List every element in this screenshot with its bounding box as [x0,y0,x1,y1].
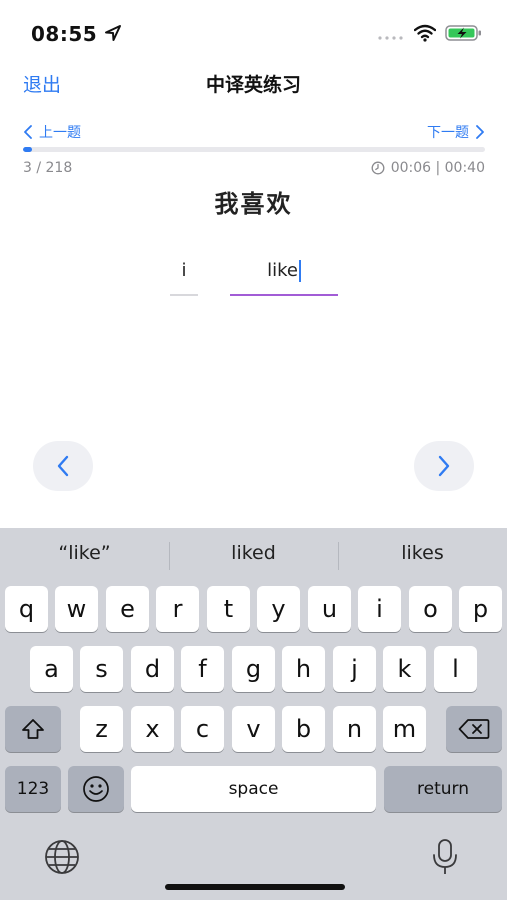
battery-charging-icon [445,25,481,41]
key-q[interactable]: q [5,586,48,632]
key-i[interactable]: i [358,586,401,632]
chinese-sentence: 我喜欢 [214,190,293,218]
next-question-label: 下一题 [427,125,469,141]
chevron-left-icon [24,125,32,139]
status-bar: 08:55 [0,0,507,60]
key-j[interactable]: j [333,646,376,692]
key-l[interactable]: l [434,646,477,692]
key-e[interactable]: e [106,586,149,632]
shift-key[interactable] [5,706,61,752]
key-r[interactable]: r [156,586,199,632]
chevron-left-icon [57,455,69,477]
answer-word-text: i [181,260,187,281]
key-k[interactable]: k [383,646,426,692]
previous-question-link[interactable]: 上一题 [23,122,81,142]
key-h[interactable]: h [282,646,325,692]
progress-bar [23,147,485,152]
progress-fill [23,147,33,152]
home-indicator [165,884,345,890]
key-b[interactable]: b [282,706,325,752]
page-title: 中译英练习 [205,74,301,96]
space-key[interactable]: space [131,766,376,812]
key-d[interactable]: d [131,646,174,692]
status-time: 08:55 [31,22,98,46]
question-counter: 3 / 218 [23,160,73,176]
key-y[interactable]: y [257,586,300,632]
key-s[interactable]: s [80,646,123,692]
key-c[interactable]: c [181,706,224,752]
answer-word-input-active[interactable]: like [230,258,338,296]
shift-icon [22,719,44,739]
key-n[interactable]: n [333,706,376,752]
numbers-key[interactable]: 123 [5,766,61,812]
key-w[interactable]: w [55,586,98,632]
key-v[interactable]: v [232,706,275,752]
wifi-icon [414,24,436,42]
key-o[interactable]: o [409,586,452,632]
chevron-right-icon [476,125,484,139]
answer-word-input[interactable]: i [170,258,198,296]
chevron-right-icon [438,455,450,477]
clock-icon [371,161,385,175]
backspace-key[interactable] [446,706,502,752]
return-key[interactable]: return [384,766,502,812]
suggestion-item[interactable]: likes [338,542,507,564]
signal-dots-icon [378,36,403,40]
answer-word-text: like [267,260,298,281]
key-t[interactable]: t [207,586,250,632]
previous-word-button[interactable] [33,441,93,491]
suggestion-item[interactable]: liked [169,542,338,564]
key-x[interactable]: x [131,706,174,752]
next-question-link[interactable]: 下一题 [427,122,485,142]
backspace-icon [458,719,490,739]
key-a[interactable]: a [30,646,73,692]
timer: 00:06 | 00:40 [371,160,485,176]
key-p[interactable]: p [459,586,502,632]
globe-icon[interactable] [43,838,81,876]
text-caret [298,260,301,282]
key-m[interactable]: m [383,706,426,752]
emoji-key[interactable] [68,766,124,812]
microphone-icon[interactable] [430,838,460,876]
location-arrow-icon [105,25,121,41]
previous-question-label: 上一题 [39,125,81,141]
next-word-button[interactable] [414,441,474,491]
emoji-icon [83,776,109,802]
timer-label: 00:06 | 00:40 [390,160,485,176]
key-u[interactable]: u [308,586,351,632]
suggestion-item[interactable]: “like” [0,542,169,564]
key-f[interactable]: f [181,646,224,692]
key-g[interactable]: g [232,646,275,692]
key-z[interactable]: z [80,706,123,752]
suggestion-bar: “like” liked likes [0,528,507,584]
